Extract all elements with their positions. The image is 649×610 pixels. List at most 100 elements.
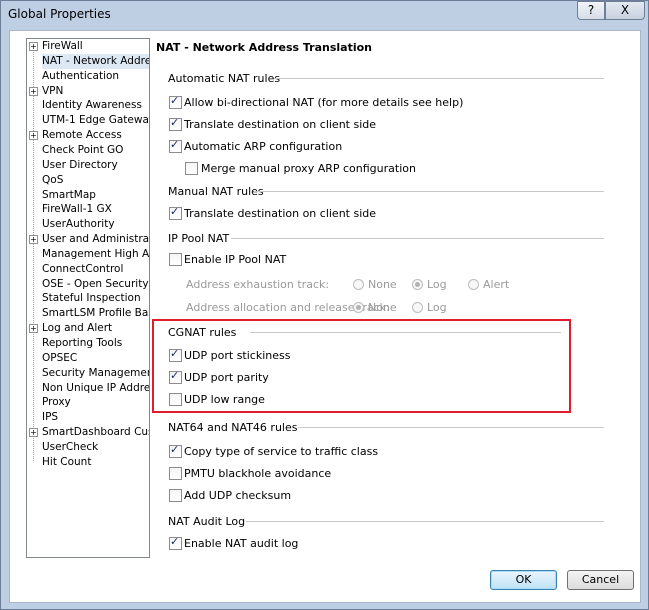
tree-item-label: User Directory [42,158,118,171]
expand-icon[interactable]: + [29,428,38,438]
exhaustion-log-radio[interactable] [412,279,423,290]
tree-item-label: IPS [42,411,59,424]
tree-item-label: VPN [42,84,64,97]
exhaustion-alert-radio[interactable] [468,279,479,290]
tree-item[interactable]: OSE - Open Security E [27,277,150,292]
category-tree[interactable]: + FireWallNAT - Network AddressAuthentica… [26,38,150,558]
tree-item[interactable]: Authentication [27,69,149,84]
tree-item[interactable]: Identity Awareness [27,98,149,113]
tree-item[interactable]: Proxy [27,395,149,410]
translate-dest-manual-checkbox[interactable] [169,205,182,220]
udp-port-parity-label: UDP port parity [184,371,269,384]
tree-item[interactable]: Hit Count [27,455,149,470]
tree-item[interactable]: OPSEC [27,351,149,366]
tree-item-label: SmartDashboard Custo [42,426,149,439]
tree-item[interactable]: + Log and Alert [27,321,149,336]
automatic-arp-label: Automatic ARP configuration [184,140,343,153]
tree-item-label: SmartLSM Profile Base [42,307,150,320]
close-icon: X [620,3,630,17]
tree-item-label: UserCheck [42,440,99,453]
expand-icon[interactable]: + [29,324,38,334]
tree-item[interactable]: UserCheck [27,440,149,455]
ok-button[interactable]: OK [490,570,557,590]
tree-item[interactable]: NAT - Network Address [27,53,149,69]
tree-item-label: Stateful Inspection [42,292,141,305]
help-button[interactable]: ? [577,1,605,20]
tree-item-label: SmartMap [42,188,96,201]
tree-item[interactable]: + VPN [27,84,149,99]
allocation-log-label: Log [427,301,447,314]
copy-tos-label: Copy type of service to traffic class [184,445,379,458]
tree-item-label: NAT - Network Address [42,53,149,69]
udp-low-range-label: UDP low range [184,393,265,406]
tree-item[interactable]: + Remote Access [27,128,149,143]
cancel-button[interactable]: Cancel [567,570,634,590]
udp-port-parity-checkbox[interactable] [169,369,182,384]
dialog-body: + FireWallNAT - Network AddressAuthentica… [9,30,641,603]
enable-ip-pool-checkbox[interactable] [169,253,182,266]
tree-item[interactable]: User Directory [27,158,149,173]
divider [274,78,604,79]
tree-item-label: Management High Ava [42,247,150,260]
tree-item[interactable]: Management High Ava [27,247,150,262]
udp-port-stickiness-checkbox[interactable] [169,347,182,362]
tree-item[interactable]: UserAuthority [27,217,149,232]
copy-tos-checkbox[interactable] [169,443,182,458]
divider [231,238,604,239]
tree-item[interactable]: Non Unique IP Address [27,381,150,396]
exhaustion-log-label: Log [427,278,447,291]
exhaustion-track-label: Address exhaustion track: [186,278,330,291]
enable-audit-log-label: Enable NAT audit log [184,537,299,550]
expand-icon[interactable]: + [29,235,38,245]
tree-item-label: OSE - Open Security E [42,277,150,290]
global-properties-window: Global Properties ? X + FireWall NAT - Net… [0,0,649,610]
tree-item[interactable]: Security Management [27,366,150,381]
tree-item[interactable]: Stateful Inspection [27,291,149,306]
tree-item-label: Non Unique IP Address [42,381,150,394]
enable-ip-pool-label: Enable IP Pool NAT [184,253,287,266]
tree-item-label: User and Administrator [42,233,150,246]
tree-item[interactable]: FireWall-1 GX [27,202,149,217]
expand-icon[interactable]: + [29,86,38,96]
udp-port-stickiness-label: UDP port stickiness [184,349,291,362]
tree-item[interactable]: SmartMap [27,188,149,203]
tree-item-label: Identity Awareness [42,99,142,112]
tree-item[interactable]: QoS [27,173,149,188]
tree-item-label: FireWall [42,40,83,52]
exhaustion-none-radio[interactable] [353,279,364,290]
automatic-arp-checkbox[interactable] [169,138,182,153]
group-cgnat: CGNAT rules [168,326,237,339]
tree-item[interactable]: SmartLSM Profile Base [27,306,150,321]
pmtu-blackhole-checkbox[interactable] [169,467,182,480]
divider [250,332,561,333]
udp-low-range-checkbox[interactable] [169,393,182,406]
expand-icon[interactable]: + [29,131,38,141]
expand-icon[interactable]: + [29,42,38,51]
tree-item[interactable]: UTM-1 Edge Gateway [27,113,149,128]
exhaustion-alert-label: Alert [483,278,510,291]
page-title: NAT - Network Address Translation [156,41,373,54]
allocation-log-radio[interactable] [412,302,423,313]
pmtu-blackhole-label: PMTU blackhole avoidance [184,467,332,480]
translate-dest-auto-label: Translate destination on client side [184,118,377,131]
add-udp-checksum-checkbox[interactable] [169,489,182,502]
tree-item-label: UserAuthority [42,218,115,231]
tree-item[interactable]: Reporting Tools [27,336,149,351]
close-button[interactable]: X [605,1,645,20]
translate-dest-auto-checkbox[interactable] [169,116,182,131]
tree-item[interactable]: ConnectControl [27,262,149,277]
tree-item[interactable]: + FireWall [27,39,149,54]
tree-item-label: Security Management [42,366,150,379]
group-nat-audit: NAT Audit Log [168,515,246,528]
tree-item[interactable]: Check Point GO [27,143,149,158]
tree-item[interactable]: IPS [27,410,149,425]
enable-audit-log-checkbox[interactable] [169,535,182,550]
tree-item[interactable]: + User and Administrator [27,232,150,247]
merge-proxy-arp-checkbox[interactable] [185,162,198,175]
tree-item-label: Hit Count [42,455,92,468]
allocation-none-radio[interactable] [353,302,364,313]
tree-item[interactable]: + SmartDashboard Custo [27,425,149,440]
tree-item-label: QoS [42,173,64,186]
window-title: Global Properties [8,7,111,21]
bidirectional-nat-checkbox[interactable] [169,94,182,109]
